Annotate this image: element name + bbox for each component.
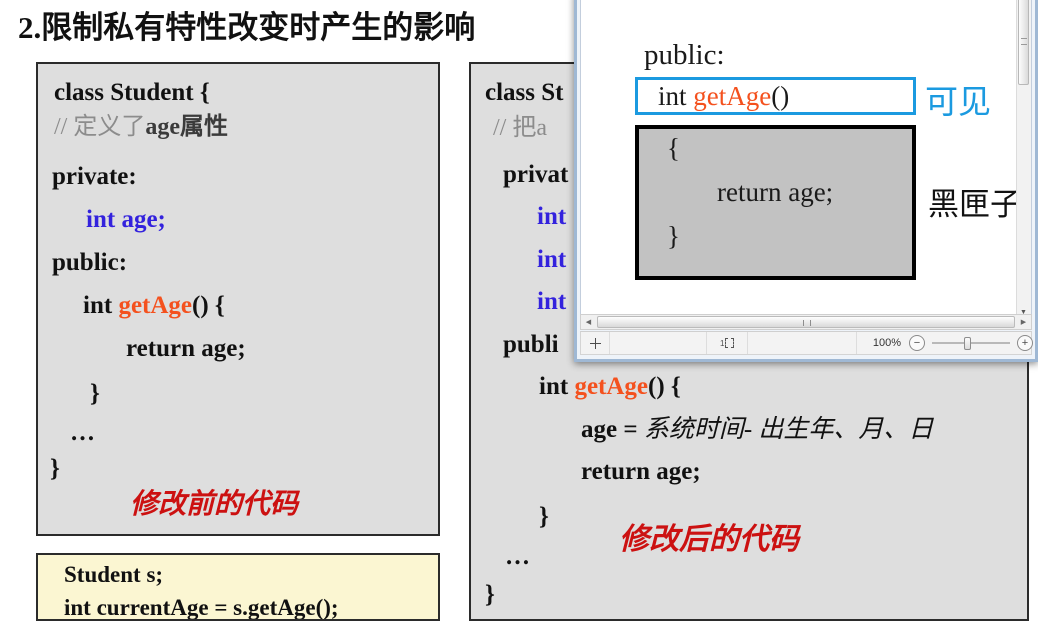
label-blackbox: 黑匣子 [928, 187, 1017, 222]
code-line-ellipsis: … [70, 419, 95, 446]
horizontal-scrollbar-thumb[interactable] [597, 316, 1015, 328]
status-cell-empty-2 [748, 332, 857, 354]
scrollbar-grip-icon [1021, 38, 1027, 45]
after-method-name-getage: getAge [574, 373, 649, 400]
after-line-age-assign: age = 系统时间- 出生年、月、日 [581, 417, 933, 442]
code-line-return: return age; [126, 335, 246, 362]
pan-tool-button[interactable] [581, 332, 610, 354]
doc-signature-method: getAge [693, 81, 772, 111]
scroll-left-arrow-icon[interactable]: ◀ [581, 315, 596, 329]
after-line-class-decl: class St [485, 79, 564, 106]
after-line-close-class: } [485, 581, 495, 608]
after-line-comment: // 把a [493, 115, 547, 141]
usage-panel: Student s; int currentAge = s.getAge(); [36, 553, 440, 621]
code-line-close-class: } [50, 455, 60, 482]
method-name-getage: getAge [118, 292, 193, 319]
annotation-after-code: 修改后的代码 [619, 523, 799, 556]
comment-code-token: age [145, 114, 180, 140]
identifier-age: age; [121, 206, 166, 233]
after-type-int: int [539, 373, 569, 400]
after-line-ellipsis: … [505, 543, 530, 570]
comment-text-2: 属性 [180, 114, 228, 140]
doc-signature-type: int [658, 81, 694, 111]
zoom-slider-knob[interactable] [964, 337, 971, 350]
zoom-slider[interactable] [932, 336, 1010, 350]
after-line-return: return age; [581, 458, 701, 485]
comment-slashes: // [54, 114, 74, 140]
after-line-field-1: int [537, 203, 567, 230]
doc-signature-parens: () [771, 81, 790, 111]
usage-line-declare: Student s; [64, 562, 164, 587]
zoom-out-button[interactable]: − [909, 335, 925, 351]
usage-line-call: int currentAge = s.getAge(); [64, 595, 339, 620]
after-line-field-2: int [537, 246, 567, 273]
annotation-before-code: 修改前的代码 [130, 489, 299, 520]
after-assign-expression: 系统时间- 出生年、月、日 [643, 416, 934, 443]
after-method-parens: () { [648, 373, 681, 400]
floating-window[interactable]: public: int getAge() { return age; } 可见 … [574, 0, 1038, 362]
doc-line-signature: int getAge() [658, 81, 789, 112]
after-line-public: publi [503, 331, 559, 358]
slide-canvas: 2.限制私有特性改变时产生的影响 class Student { // 定义了a… [0, 0, 1038, 621]
selection-tool-button[interactable]: 1 [707, 332, 748, 354]
zoom-level-label: 100% [872, 337, 901, 349]
type-int: int [83, 292, 113, 319]
status-cell-empty-1 [610, 332, 707, 354]
horizontal-scrollbar[interactable]: ◀ ▶ [580, 314, 1032, 330]
after-line-field-3: int [537, 288, 567, 315]
code-line-getage-signature: int getAge() { [83, 293, 225, 318]
vertical-scrollbar-thumb[interactable] [1018, 0, 1029, 85]
doc-body-return: return age; [717, 177, 834, 207]
code-line-private: private: [52, 163, 137, 190]
code-line-comment: // 定义了age属性 [54, 115, 228, 139]
code-line-age-field: int age; [86, 207, 166, 232]
code-line-public: public: [52, 249, 128, 276]
after-line-close-method: } [539, 503, 549, 530]
keyword-int: int [86, 206, 116, 233]
window-client-area: public: int getAge() { return age; } 可见 … [580, 0, 1032, 320]
after-line-getage-signature: int getAge() { [539, 374, 681, 399]
document-view[interactable]: public: int getAge() { return age; } 可见 … [581, 0, 1017, 319]
after-line-private: privat [503, 161, 569, 188]
doc-body-open-brace: { [667, 133, 680, 163]
move-cursor-icon [589, 337, 601, 349]
vertical-scrollbar[interactable]: ▼ [1016, 0, 1031, 319]
code-line-close-method: } [90, 380, 100, 407]
doc-line-public: public: [644, 39, 725, 71]
zoom-slider-rail [932, 342, 1010, 344]
scrollbar-grip-icon [803, 320, 811, 326]
code-line-class-decl: class Student { [54, 79, 210, 106]
page-title: 2.限制私有特性改变时产生的影响 [18, 10, 476, 45]
after-assign-code: age = [581, 416, 644, 443]
scroll-right-arrow-icon[interactable]: ▶ [1016, 315, 1031, 329]
visible-signature-box: int getAge() [635, 77, 916, 115]
doc-body-close-brace: } [667, 221, 680, 251]
label-visible: 可见 [925, 83, 991, 120]
comment-text-1: 定义了 [73, 114, 146, 140]
code-panel-before: class Student { // 定义了age属性 private: int… [36, 62, 440, 536]
zoom-in-button[interactable]: + [1017, 335, 1033, 351]
selection-icon: 1 [720, 338, 734, 349]
window-status-bar: 1 100% − + [580, 331, 1033, 355]
method-parens: () { [192, 292, 225, 319]
blackbox-implementation: { return age; } [635, 125, 916, 280]
